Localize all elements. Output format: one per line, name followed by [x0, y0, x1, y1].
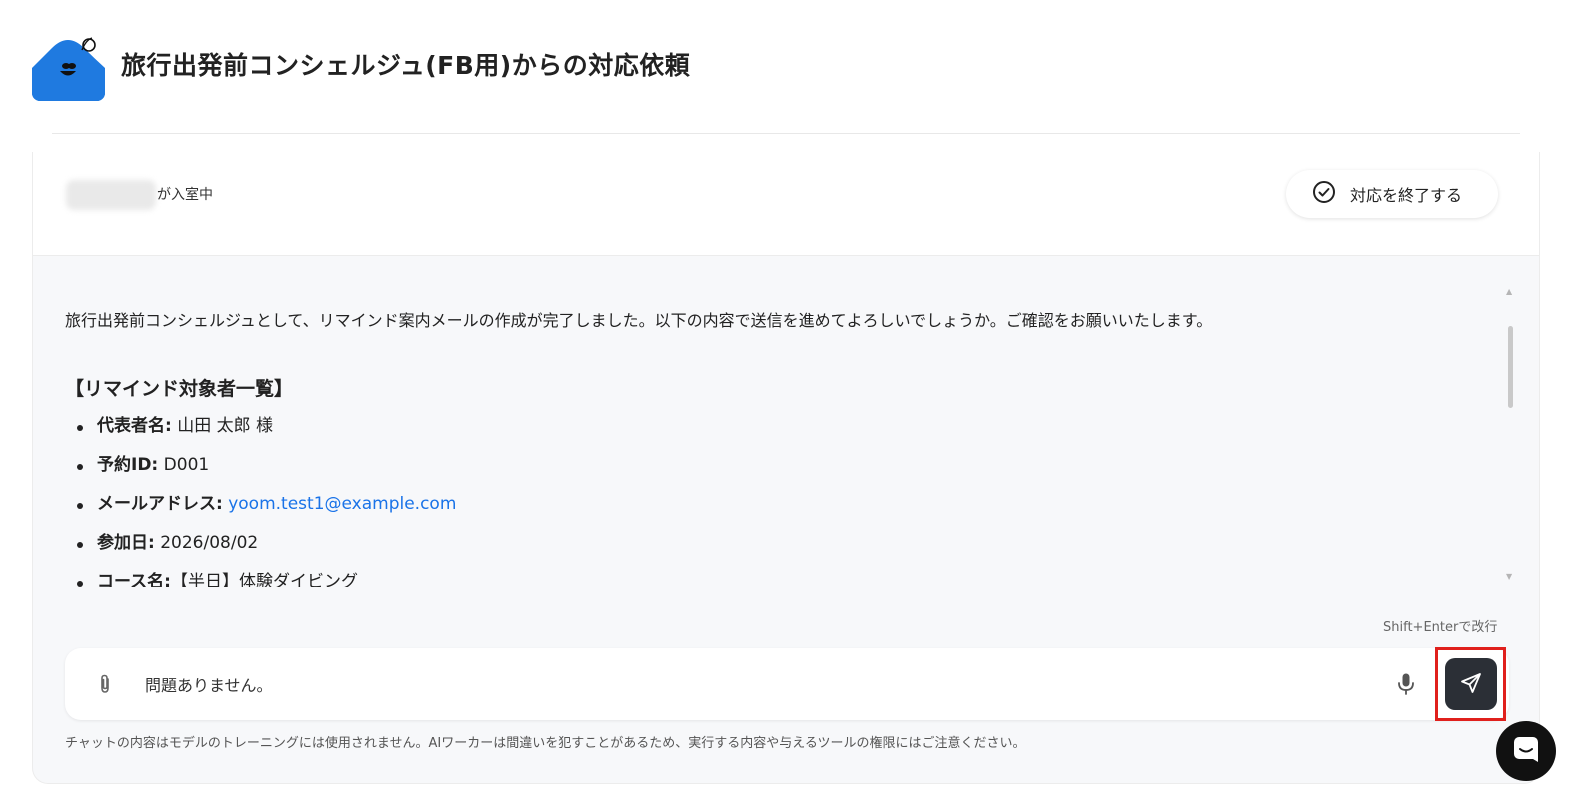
page-header: 旅行出発前コンシェルジュ(FB用)からの対応依頼	[32, 27, 691, 101]
paperclip-icon[interactable]	[93, 672, 117, 696]
blurred-user-name	[66, 180, 156, 210]
message-heading: 【リマインド対象者一覧】	[65, 378, 294, 400]
scroll-down-arrow-icon[interactable]: ▼	[1506, 572, 1512, 581]
reminder-list: 代表者名: 山田 太郎 様 予約ID: D001 メールアドレス: yoom.t…	[65, 415, 1495, 587]
item-value: 【半日】体験ダイビング	[170, 572, 358, 587]
scroll-up-arrow-icon[interactable]: ▲	[1506, 287, 1512, 296]
chat-bubble-icon	[1511, 734, 1541, 768]
message-intro: 旅行出発前コンシェルジュとして、リマインド案内メールの作成が完了しました。以下の…	[65, 311, 1213, 330]
list-item: 参加日: 2026/08/02	[65, 532, 1495, 555]
list-item: 予約ID: D001	[65, 454, 1495, 477]
send-icon	[1459, 671, 1483, 698]
item-key: メールアドレス:	[97, 494, 223, 514]
end-conversation-label: 対応を終了する	[1350, 186, 1463, 205]
list-item: メールアドレス: yoom.test1@example.com	[65, 493, 1495, 516]
page-title: 旅行出発前コンシェルジュ(FB用)からの対応依頼	[121, 51, 691, 80]
room-status-bar: が入室中 対応を終了する	[33, 152, 1539, 256]
list-item: 代表者名: 山田 太郎 様	[65, 415, 1495, 438]
chat-input[interactable]	[145, 668, 1365, 700]
chat-composer	[65, 648, 1509, 720]
microphone-icon[interactable]	[1392, 670, 1420, 698]
scrollbar-thumb[interactable]	[1508, 326, 1513, 408]
item-key: 代表者名:	[97, 416, 172, 436]
item-key: コース名:	[97, 572, 171, 587]
send-button[interactable]	[1445, 658, 1497, 710]
item-key: 予約ID:	[97, 455, 159, 475]
item-value: 山田 太郎 様	[177, 416, 274, 436]
support-chat-button[interactable]	[1496, 721, 1556, 781]
item-value: 2026/08/02	[160, 533, 259, 553]
presence-text: が入室中	[157, 187, 213, 203]
message-scroll-area[interactable]: 旅行出発前コンシェルジュとして、リマインド案内メールの作成が完了しました。以下の…	[65, 302, 1495, 587]
list-item: コース名:【半日】体験ダイビング	[65, 571, 1495, 587]
email-link[interactable]: yoom.test1@example.com	[228, 494, 456, 514]
mascot-logo-icon	[32, 27, 105, 101]
item-value: D001	[163, 455, 210, 475]
end-conversation-button[interactable]: 対応を終了する	[1286, 170, 1498, 218]
header-divider	[52, 133, 1520, 134]
chat-panel: が入室中 対応を終了する 旅行出発前コンシェルジュとして、リマインド案内メールの…	[32, 152, 1540, 784]
check-circle-icon	[1312, 180, 1336, 208]
disclaimer-text: チャットの内容はモデルのトレーニングには使用されません。AIワーカーは間違いを犯…	[65, 736, 1026, 751]
newline-hint: Shift+Enterで改行	[1383, 620, 1498, 635]
item-key: 参加日:	[97, 533, 155, 553]
